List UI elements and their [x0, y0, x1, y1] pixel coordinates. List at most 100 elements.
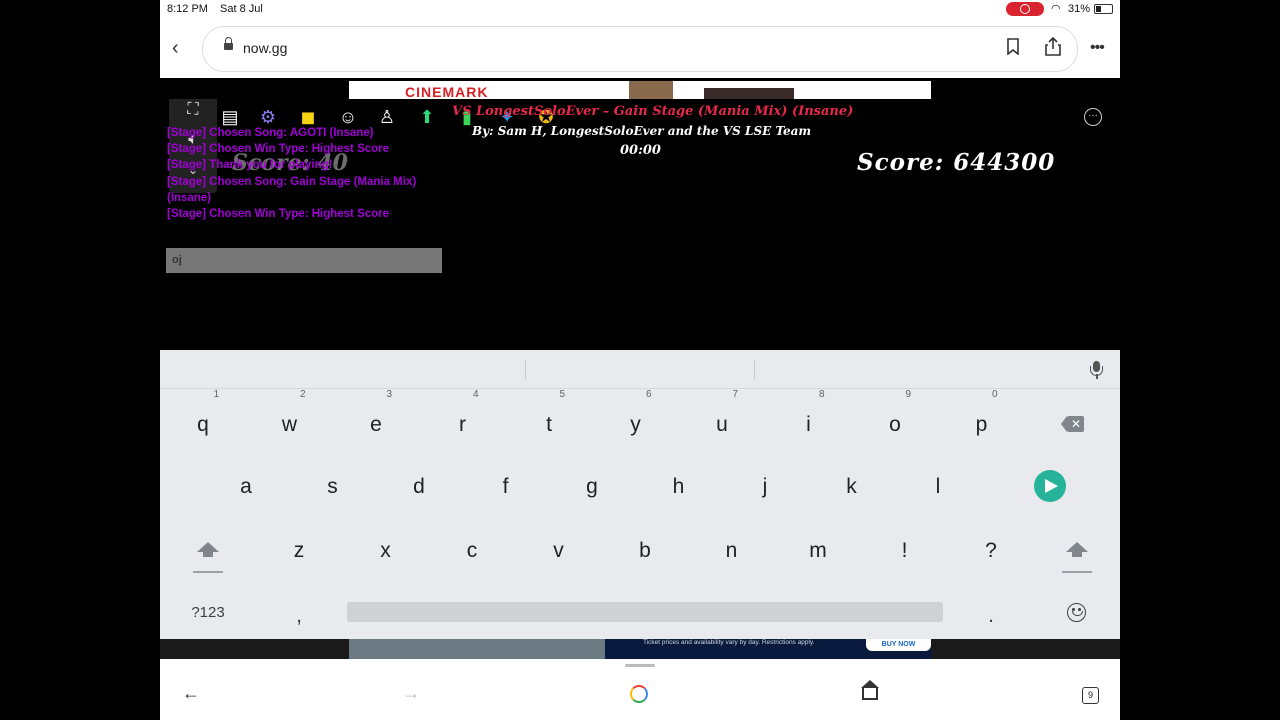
bookmark-icon[interactable]	[1006, 38, 1020, 60]
key-label: p	[975, 413, 988, 436]
chat-log: [Stage] Chosen Song: AGOTI (Insane) [Sta…	[167, 125, 457, 222]
key-s[interactable]: s	[303, 461, 363, 513]
key-o[interactable]: o9	[865, 389, 925, 451]
key-hint: 8	[818, 389, 825, 400]
fullscreen-icon[interactable]: ⛶	[181, 101, 205, 119]
chat-line: [Stage] Chosen Win Type: Highest Score	[167, 143, 390, 156]
shift-key-left[interactable]	[193, 538, 223, 574]
key-hint: 6	[645, 389, 652, 400]
chat-line: [Stage] Thank you for playing!	[167, 159, 333, 172]
key-label: y	[630, 413, 641, 436]
ad-brand: CINEMARK	[405, 84, 489, 99]
key-label: r	[459, 413, 466, 436]
song-title-rest: – Gain Stage (Mania Mix) (Insane)	[598, 104, 854, 119]
discover-icon[interactable]	[630, 685, 648, 703]
home-indicator	[625, 664, 655, 667]
key-c[interactable]: c	[442, 525, 502, 577]
key-p[interactable]: p0	[952, 389, 1012, 451]
key-question[interactable]: ?	[961, 525, 1021, 577]
status-time: 8:12 PM	[167, 3, 208, 15]
key-t[interactable]: t5	[519, 389, 579, 451]
key-f[interactable]: f	[476, 461, 536, 513]
bottom-ad-banner[interactable]: Ticket prices and availability vary by d…	[160, 639, 1120, 659]
key-exclamation[interactable]: !	[875, 525, 935, 577]
key-a[interactable]: a	[216, 461, 276, 513]
key-b[interactable]: b	[615, 525, 675, 577]
suggestion-divider	[525, 360, 526, 380]
ad-fine-print: Ticket prices and availability vary by d…	[643, 639, 815, 646]
emoji-key[interactable]	[1067, 603, 1086, 622]
comma-key[interactable]: ,	[269, 590, 329, 642]
url-text: now.gg	[243, 40, 288, 56]
enter-key[interactable]	[1034, 470, 1066, 502]
key-z[interactable]: z	[269, 525, 329, 577]
key-q[interactable]: q1	[173, 389, 233, 451]
key-label: q	[197, 413, 209, 436]
key-m[interactable]: m	[788, 525, 848, 577]
screen-recording-icon	[1006, 2, 1044, 16]
game-viewport[interactable]: ⛶ 🔈︎ ⌄ ▤ ⚙ ◼ ☺ ♙ ⬆ ▮ ✦ ✪ VS LongestSoloE…	[160, 99, 1120, 350]
song-title: VS LongestSoloEver – Gain Stage (Mania M…	[452, 104, 853, 119]
more-menu-icon[interactable]: •••	[1090, 38, 1105, 58]
song-title-lead: VS LongestSoloEver	[452, 104, 599, 119]
key-g[interactable]: g	[562, 461, 622, 513]
key-label: u	[716, 413, 728, 436]
back-arrow-icon[interactable]: ←	[182, 683, 200, 703]
ad-buy-button[interactable]: BUY NOW	[866, 639, 931, 651]
key-label: i	[806, 413, 811, 436]
key-j[interactable]: j	[735, 461, 795, 513]
key-d[interactable]: d	[389, 461, 449, 513]
opponent-score: Score: 644300	[857, 149, 1056, 176]
suggestion-divider	[754, 360, 755, 380]
key-i[interactable]: i8	[779, 389, 839, 451]
chat-line: [Stage] Chosen Win Type: Highest Score	[167, 208, 390, 221]
symbols-key[interactable]: ?123	[178, 587, 238, 639]
wifi-icon: ◠	[1051, 3, 1061, 15]
share-icon[interactable]	[1045, 36, 1061, 61]
song-credits: By: Sam H, LongestSoloEver and the VS LS…	[472, 124, 812, 138]
key-r[interactable]: r4	[433, 389, 493, 451]
key-hint: 4	[472, 389, 479, 400]
key-e[interactable]: e3	[346, 389, 406, 451]
home-icon[interactable]	[861, 680, 879, 700]
chat-line: (Insane)	[167, 191, 212, 204]
key-u[interactable]: u7	[692, 389, 752, 451]
key-hint: 7	[732, 389, 738, 400]
song-timer: 00:00	[620, 143, 661, 158]
status-date: Sat 8 Jul	[220, 3, 263, 15]
chat-line: [Stage] Chosen Song: Gain Stage (Mania M…	[167, 175, 417, 188]
key-label: e	[370, 413, 382, 436]
chat-line: [Stage] Chosen Song: AGOTI (Insane)	[167, 127, 374, 139]
key-hint: 1	[213, 389, 219, 400]
chat-input[interactable]: oj	[166, 248, 442, 273]
key-h[interactable]: h	[649, 461, 709, 513]
back-chevron-icon[interactable]: ‹	[172, 38, 179, 58]
key-v[interactable]: v	[529, 525, 589, 577]
backspace-key[interactable]: ✕	[1061, 416, 1085, 432]
game-more-icon[interactable]: ···	[1084, 108, 1102, 126]
battery-icon	[1094, 4, 1113, 14]
forward-arrow-icon[interactable]: →	[402, 683, 420, 703]
period-key[interactable]: .	[961, 590, 1021, 642]
key-w[interactable]: w2	[260, 389, 320, 451]
key-hint: 9	[905, 389, 911, 400]
key-y[interactable]: y6	[606, 389, 666, 451]
space-key[interactable]	[347, 602, 943, 622]
address-bar[interactable]: now.gg	[202, 26, 1078, 72]
microphone-icon[interactable]	[1089, 361, 1105, 381]
browser-bottom-bar: ← → 9	[160, 659, 1120, 720]
key-l[interactable]: l	[908, 461, 968, 513]
key-hint: 5	[559, 389, 565, 400]
browser-toolbar: ‹ now.gg •••	[160, 18, 1120, 78]
lock-icon	[224, 37, 233, 50]
shift-key-right[interactable]	[1062, 538, 1092, 574]
top-ad-banner[interactable]: CINEMARK	[349, 81, 931, 99]
status-bar: 8:12 PM Sat 8 Jul ◠ 31%	[160, 0, 1120, 18]
key-x[interactable]: x	[356, 525, 416, 577]
on-screen-keyboard: q1w2e3r4t5y6u7i8o9p0 ✕ asdfghjkl zxcvbnm…	[160, 350, 1120, 639]
key-k[interactable]: k	[822, 461, 882, 513]
tabs-icon[interactable]: 9	[1082, 687, 1099, 704]
key-hint: 3	[386, 389, 392, 400]
ad-image	[629, 81, 673, 99]
key-n[interactable]: n	[702, 525, 762, 577]
